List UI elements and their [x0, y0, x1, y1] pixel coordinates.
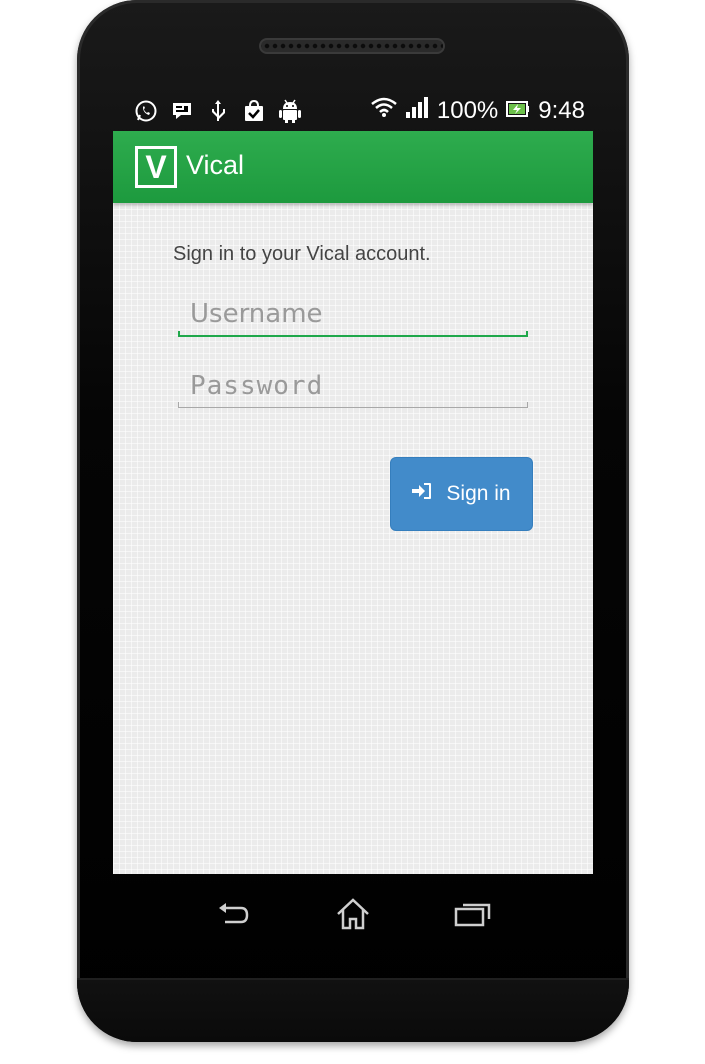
- status-right-group: 100% 9:48: [371, 96, 585, 125]
- android-icon: [277, 98, 303, 124]
- whatsapp-icon: [133, 98, 159, 124]
- usb-icon: [205, 98, 231, 124]
- action-bar: V Vical: [113, 131, 593, 203]
- back-icon[interactable]: [213, 896, 253, 932]
- home-icon[interactable]: [333, 896, 373, 932]
- sign-in-prompt: Sign in to your Vical account.: [173, 243, 431, 265]
- shopping-bag-icon: [241, 98, 267, 124]
- battery-charging-icon: [506, 97, 530, 125]
- status-bar: 100% 9:48: [113, 92, 593, 132]
- password-field[interactable]: [178, 364, 528, 408]
- chat-icon: [169, 98, 195, 124]
- sign-in-label: Sign in: [446, 482, 511, 505]
- status-time: 9:48: [538, 96, 585, 124]
- wifi-icon: [371, 96, 397, 125]
- sign-in-icon: [412, 482, 432, 506]
- sign-in-button[interactable]: Sign in: [390, 457, 533, 531]
- app-title: Vical: [186, 150, 245, 180]
- notification-icons: [133, 98, 303, 124]
- username-field[interactable]: [178, 293, 528, 337]
- phone-frame: 100% 9:48 V Vical Sign in to your Vical …: [77, 0, 629, 1042]
- recents-icon[interactable]: [453, 896, 493, 932]
- app-screen: V Vical Sign in to your Vical account. S…: [113, 131, 593, 874]
- app-logo[interactable]: V: [135, 146, 177, 188]
- signal-bars-icon: [405, 96, 429, 125]
- navigation-bar: [113, 874, 593, 954]
- earpiece-speaker: [259, 38, 445, 54]
- phone-chin: [77, 978, 629, 1042]
- battery-percent: 100%: [436, 96, 499, 124]
